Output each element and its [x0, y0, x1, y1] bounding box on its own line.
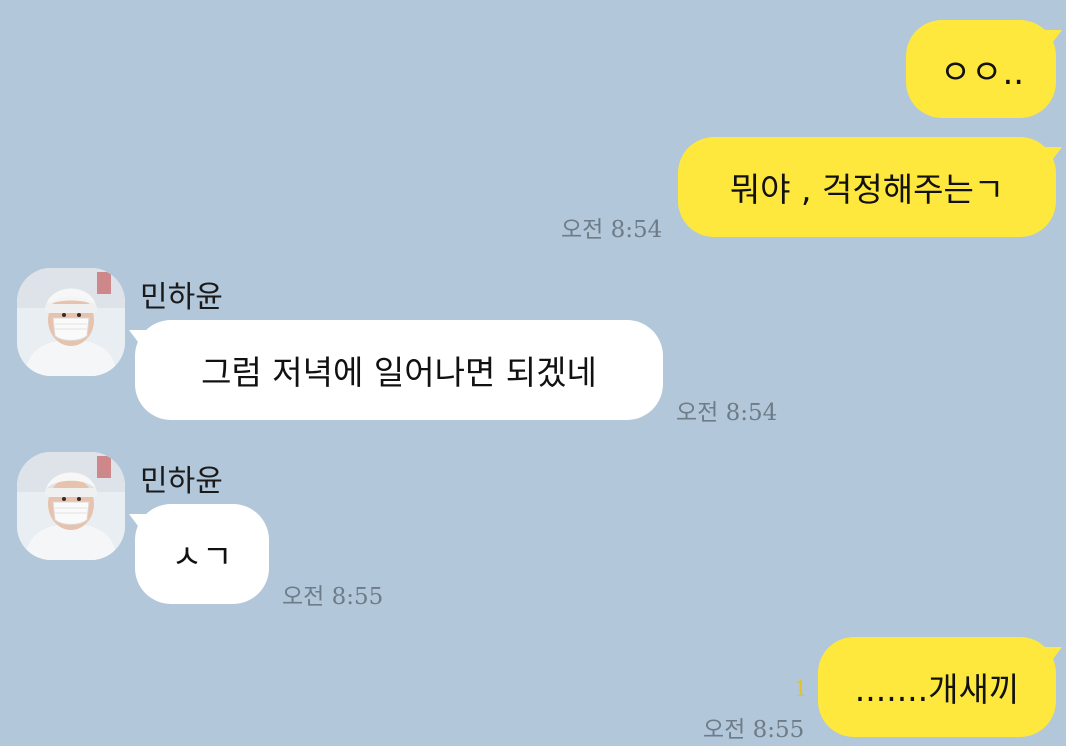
my-message-bubble[interactable]: ㅇㅇ.. — [906, 20, 1056, 118]
avatar[interactable] — [17, 268, 125, 376]
profile-photo-icon — [17, 268, 125, 376]
sender-name: 민하윤 — [140, 280, 223, 315]
message-text: ㅅㄱ — [171, 537, 233, 576]
other-message-bubble[interactable]: ㅅㄱ — [135, 504, 269, 604]
message-text: 뭐야 , 걱정해주는ㄱ — [729, 170, 1005, 209]
chat-room[interactable]: ㅇㅇ.. 오전 8:54 뭐야 , 걱정해주는ㄱ 민하윤 그럼 저녁에 일어나면… — [0, 0, 1066, 746]
message-text: 그럼 저녁에 일어나면 되겠네 — [201, 353, 597, 392]
message-text: ㅇㅇ.. — [939, 52, 1025, 93]
message-time: 오전 8:54 — [561, 217, 663, 243]
profile-photo-icon — [17, 452, 125, 560]
message-time: 오전 8:55 — [703, 717, 805, 743]
message-time: 오전 8:55 — [282, 584, 384, 610]
my-message-bubble[interactable]: 뭐야 , 걱정해주는ㄱ — [678, 137, 1056, 237]
sender-name: 민하윤 — [140, 464, 223, 499]
message-text: .......개새끼 — [854, 670, 1020, 709]
message-time: 오전 8:54 — [676, 400, 778, 426]
unread-count: 1 — [794, 677, 808, 701]
other-message-bubble[interactable]: 그럼 저녁에 일어나면 되겠네 — [135, 320, 663, 420]
avatar[interactable] — [17, 452, 125, 560]
my-message-bubble[interactable]: .......개새끼 — [818, 637, 1056, 737]
